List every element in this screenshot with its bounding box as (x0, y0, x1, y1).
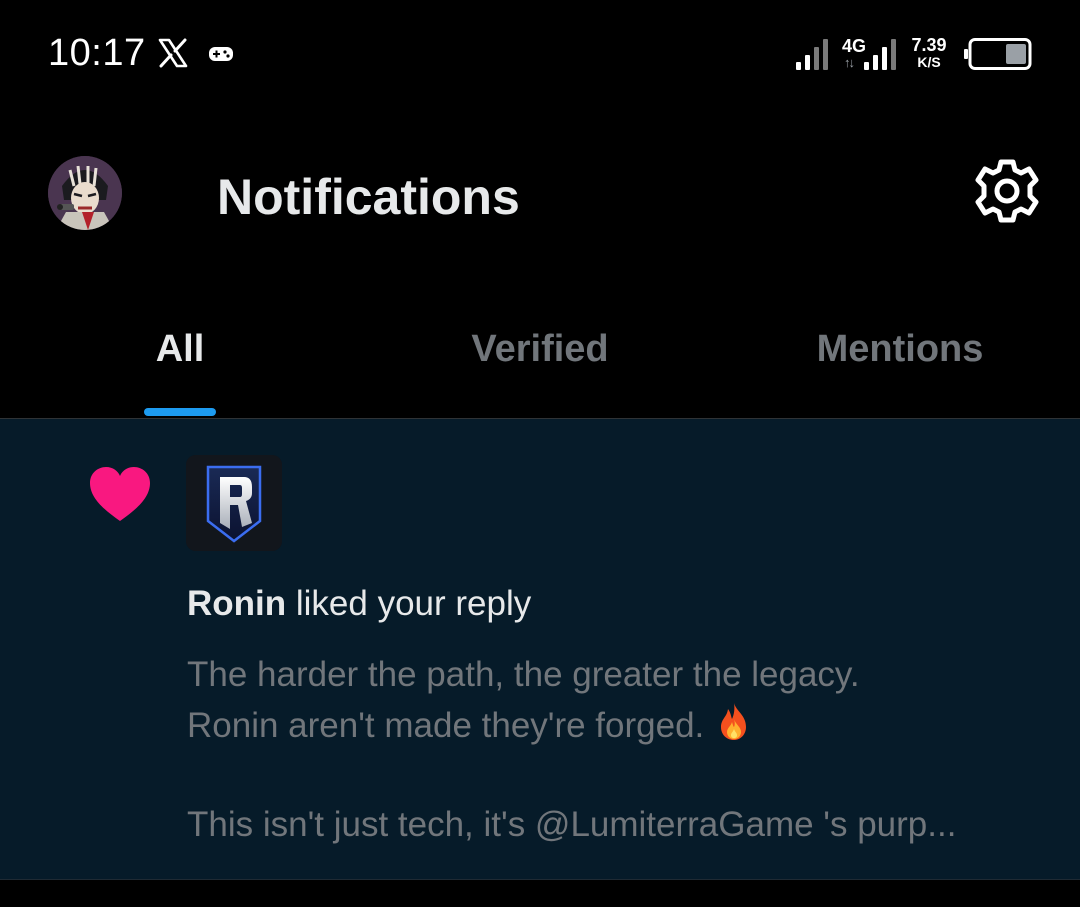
tweet-preview[interactable]: The harder the path, the greater the leg… (187, 649, 1047, 850)
network-speed-unit: K/S (917, 54, 941, 70)
notification-action: liked your reply (286, 584, 532, 623)
tab-mentions[interactable]: Mentions (720, 280, 1080, 418)
tweet-line-gap (187, 751, 1047, 799)
notification-item[interactable]: Ronin liked your reply The harder the pa… (0, 419, 1080, 880)
active-tab-indicator (144, 408, 216, 416)
network-speed: 7.39 K/S (906, 36, 952, 74)
tweet-line-with-emoji: Ronin aren't made they're forged. (187, 700, 1047, 751)
signal-icon (864, 39, 896, 70)
page-title: Notifications (217, 169, 520, 225)
ronin-logo-image (186, 455, 282, 551)
header: Notifications (0, 110, 1080, 280)
tab-bar: All Verified Mentions (0, 280, 1080, 419)
tweet-line: This isn't just tech, it's @LumiterraGam… (187, 805, 957, 844)
tweet-line-text: Ronin aren't made they're forged. (187, 706, 714, 745)
tab-verified[interactable]: Verified (360, 280, 720, 418)
network-gen: 4G (842, 36, 867, 56)
tab-label: Verified (471, 328, 609, 370)
avatar-image (48, 156, 122, 230)
avatar[interactable] (48, 156, 122, 230)
ronin-logo[interactable] (186, 455, 282, 551)
notification-user[interactable]: Ronin (187, 584, 286, 623)
network-speed-value: 7.39 (911, 35, 947, 55)
status-time: 10:17 (48, 32, 146, 74)
battery-icon (964, 38, 1032, 70)
tweet-line: The harder the path, the greater the leg… (187, 655, 860, 694)
notification-summary: Ronin liked your reply (187, 584, 531, 624)
x-logo-icon (158, 38, 188, 68)
tab-label: All (155, 328, 205, 370)
tab-label: Mentions (816, 328, 984, 370)
tab-all[interactable]: All (0, 280, 360, 418)
signal-icon (796, 39, 828, 70)
network-arrows: ↑↓ (844, 55, 855, 70)
heart-icon (90, 467, 150, 521)
game-controller-icon (209, 47, 233, 61)
gear-icon[interactable] (974, 158, 1040, 224)
fire-emoji-icon (721, 703, 746, 740)
status-bar: 10:17 4G ↑↓ 7.39 K/S (0, 0, 1080, 110)
